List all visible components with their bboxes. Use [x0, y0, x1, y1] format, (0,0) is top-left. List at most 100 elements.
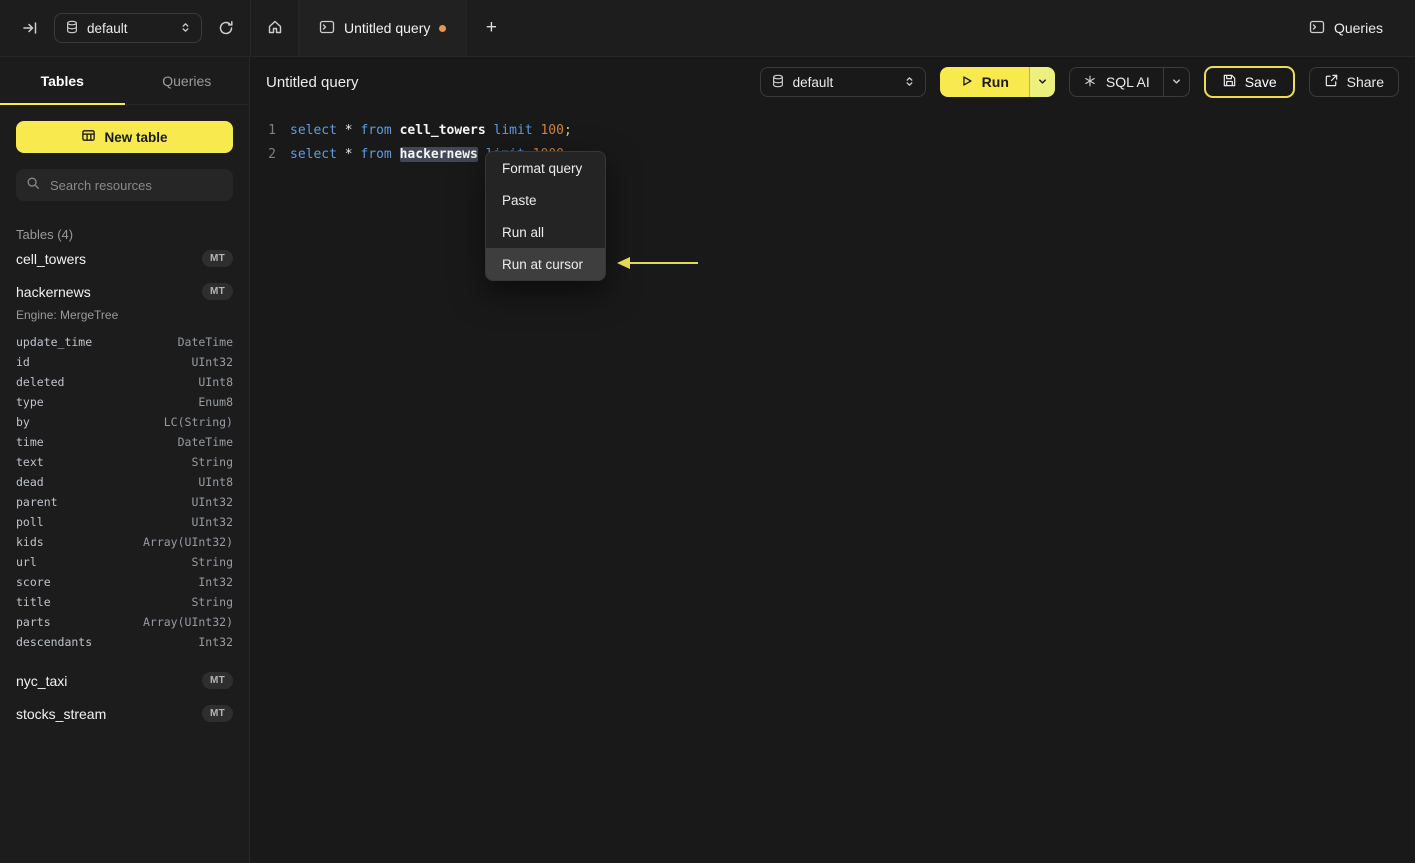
run-button[interactable]: Run: [939, 67, 1029, 97]
menu-item-run-all[interactable]: Run all: [486, 216, 605, 248]
column-row[interactable]: poll UInt32: [16, 512, 233, 532]
menu-item-format-query[interactable]: Format query: [486, 152, 605, 184]
run-options-button[interactable]: [1028, 67, 1055, 97]
column-row[interactable]: parent UInt32: [16, 492, 233, 512]
sidebar-tab-tables[interactable]: Tables: [0, 57, 125, 105]
chevron-up-down-icon: [180, 21, 191, 36]
code-token-selected: hackernews: [399, 147, 478, 162]
column-row[interactable]: type Enum8: [16, 392, 233, 412]
column-row[interactable]: update_time DateTime: [16, 332, 233, 352]
sql-ai-split-button: SQL AI: [1068, 67, 1190, 97]
column-row[interactable]: text String: [16, 452, 233, 472]
sql-ai-options-button[interactable]: [1162, 68, 1189, 96]
query-database-selector[interactable]: default: [759, 67, 926, 97]
engine-badge: MT: [201, 283, 233, 300]
main-panel: Untitled query default Run SQL AI Save S…: [250, 57, 1415, 863]
column-name: time: [16, 435, 44, 449]
share-button[interactable]: Share: [1308, 67, 1399, 97]
column-row[interactable]: id UInt32: [16, 352, 233, 372]
column-type: UInt8: [198, 375, 233, 389]
table-row-nyc-taxi[interactable]: nyc_taxi MT: [16, 664, 233, 697]
code-token: limit: [493, 123, 541, 138]
menu-item-run-at-cursor[interactable]: Run at cursor: [486, 248, 605, 280]
column-row[interactable]: parts Array(UInt32): [16, 612, 233, 632]
engine-badge: MT: [201, 250, 233, 267]
column-name: update_time: [16, 335, 93, 349]
chevron-up-down-icon: [904, 75, 915, 90]
queries-icon: [1309, 19, 1325, 38]
sql-editor[interactable]: 1 select * from cell_towers limit 100; 2…: [250, 107, 1415, 863]
line-number: 2: [268, 147, 276, 162]
refresh-icon[interactable]: [214, 16, 238, 40]
code-token: select: [290, 123, 345, 138]
sql-ai-button[interactable]: SQL AI: [1070, 68, 1163, 96]
chevron-down-icon: [1171, 75, 1182, 90]
save-icon: [1222, 73, 1237, 91]
column-row[interactable]: score Int32: [16, 572, 233, 592]
query-title: Untitled query: [266, 73, 359, 91]
database-selector[interactable]: default: [54, 13, 202, 43]
table-name: hackernews: [16, 283, 91, 300]
share-icon: [1324, 73, 1339, 91]
sidebar-content: New table Tables (4) cell_towers MT hack…: [0, 105, 249, 746]
new-table-button[interactable]: New table: [16, 121, 233, 153]
column-name: title: [16, 595, 51, 609]
column-row[interactable]: kids Array(UInt32): [16, 532, 233, 552]
column-type: String: [191, 555, 233, 569]
column-row[interactable]: descendants Int32: [16, 632, 233, 652]
search-input[interactable]: [48, 176, 223, 194]
run-split-button: Run: [939, 67, 1055, 97]
sidebar-toggle-icon[interactable]: [18, 16, 42, 40]
column-row[interactable]: title String: [16, 592, 233, 612]
column-name: poll: [16, 515, 44, 529]
column-name: by: [16, 415, 30, 429]
column-row[interactable]: time DateTime: [16, 432, 233, 452]
line-number: 1: [268, 123, 276, 138]
column-name: url: [16, 555, 37, 569]
search-box: [16, 169, 233, 201]
sql-ai-button-label: SQL AI: [1105, 74, 1150, 90]
database-icon: [771, 74, 785, 91]
column-row[interactable]: url String: [16, 552, 233, 572]
sidebar-tab-queries[interactable]: Queries: [125, 57, 250, 104]
tab-untitled-query[interactable]: Untitled query: [298, 0, 468, 56]
database-icon: [65, 20, 79, 37]
menu-item-paste[interactable]: Paste: [486, 184, 605, 216]
tabstrip: Untitled query +: [250, 0, 515, 56]
new-tab-button[interactable]: +: [467, 0, 515, 56]
database-selector-value: default: [87, 20, 128, 36]
engine-line: Engine: MergeTree: [16, 308, 119, 322]
table-row-stocks-stream[interactable]: stocks_stream MT: [16, 697, 233, 730]
code-token: from: [360, 123, 400, 138]
table-name: cell_towers: [16, 250, 87, 267]
column-name: id: [16, 355, 30, 369]
queries-button[interactable]: Queries: [1303, 18, 1389, 39]
column-type: Int32: [198, 635, 233, 649]
column-row[interactable]: dead UInt8: [16, 472, 233, 492]
editor-context-menu: Format query Paste Run all Run at cursor: [485, 151, 606, 281]
column-type: LC(String): [163, 415, 233, 429]
table-row-hackernews[interactable]: hackernews MT: [16, 275, 233, 308]
home-tab[interactable]: [250, 0, 298, 56]
app-root: default Untitled query + Queries Tables …: [0, 0, 1415, 863]
console-icon: [319, 19, 335, 38]
query-database-value: default: [792, 74, 834, 90]
table-icon: [81, 128, 96, 146]
column-row[interactable]: by LC(String): [16, 412, 233, 432]
engine-badge: MT: [201, 705, 233, 722]
code-token: *: [344, 123, 361, 138]
column-name: deleted: [16, 375, 65, 389]
table-row-cell-towers[interactable]: cell_towers MT: [16, 242, 233, 275]
code-token: *: [344, 147, 361, 162]
chevron-down-icon: [1037, 75, 1048, 90]
save-button[interactable]: Save: [1203, 66, 1295, 98]
column-row[interactable]: deleted UInt8: [16, 372, 233, 392]
column-name: score: [16, 575, 51, 589]
column-type: Int32: [198, 575, 233, 589]
column-type: UInt8: [198, 475, 233, 489]
column-name: dead: [16, 475, 44, 489]
code-token: select: [290, 147, 345, 162]
topbar-right: Queries: [1303, 0, 1415, 56]
code-line-2: 2 select * from hackernews limit 1000: [250, 143, 1415, 167]
share-button-label: Share: [1346, 74, 1384, 90]
